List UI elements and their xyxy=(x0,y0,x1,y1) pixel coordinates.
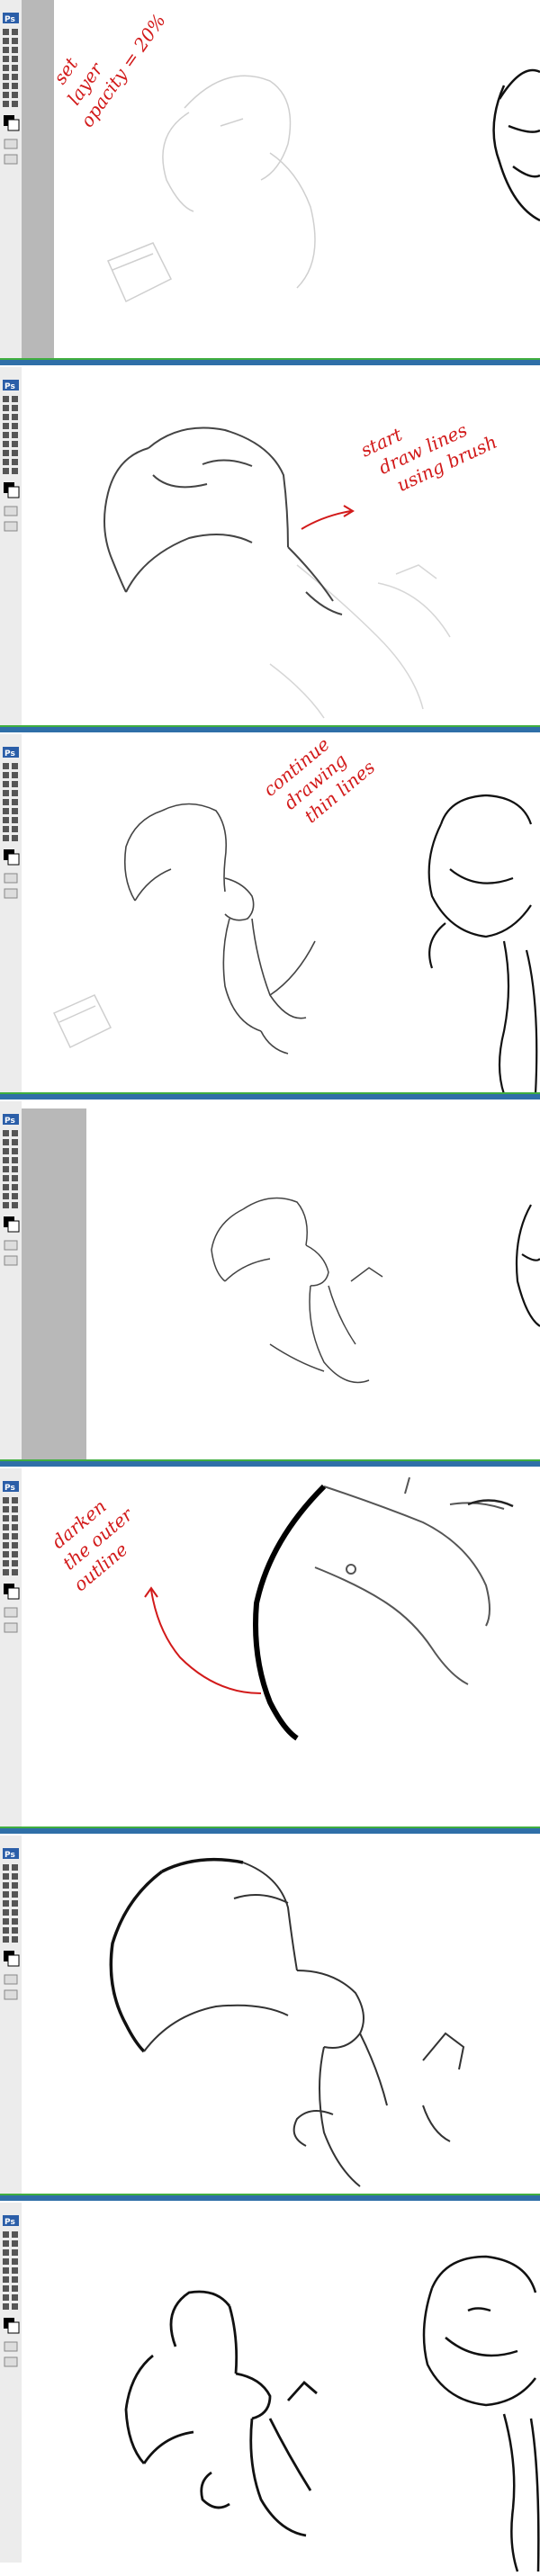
photoshop-logo-label: Ps xyxy=(4,382,15,391)
background-color-swatch[interactable] xyxy=(7,119,20,131)
quick-mask-button[interactable] xyxy=(4,2341,18,2352)
canvas-grey-area xyxy=(22,0,54,360)
tools-panel xyxy=(0,1468,22,1828)
screenshot-step-1: set layer opacity = 20% Ps xyxy=(0,0,540,367)
tutorial-step-3: continue drawing thin lines Ps xyxy=(0,734,540,1101)
taskbar-stripe xyxy=(0,725,540,727)
tools-panel xyxy=(0,0,22,360)
photoshop-logo-label: Ps xyxy=(4,2218,15,2227)
screen-mode-button[interactable] xyxy=(4,1255,18,1266)
screenshot-step-4: Ps xyxy=(0,1101,540,1468)
screen-mode-button[interactable] xyxy=(4,1622,18,1633)
screenshot-step-6: Ps xyxy=(0,1836,540,2203)
screen-mode-button[interactable] xyxy=(4,1989,18,2000)
background-color-swatch[interactable] xyxy=(7,1220,20,1233)
taskbar-stripe xyxy=(0,1827,540,1828)
photoshop-logo-label: Ps xyxy=(4,749,15,758)
tools-panel xyxy=(0,367,22,727)
screen-mode-button[interactable] xyxy=(4,154,18,165)
screenshot-step-7: Ps xyxy=(0,2203,540,2576)
photoshop-logo-label: Ps xyxy=(4,1484,15,1493)
background-color-swatch[interactable] xyxy=(7,2321,20,2334)
photoshop-logo-label: Ps xyxy=(4,1117,15,1126)
taskbar-stripe xyxy=(0,1092,540,1094)
canvas-grey-area xyxy=(22,1108,86,1459)
screenshot-step-3: continue drawing thin lines Ps xyxy=(0,734,540,1101)
taskbar-stripe xyxy=(0,2194,540,2195)
tutorial-step-6: Ps xyxy=(0,1836,540,2203)
background-color-swatch[interactable] xyxy=(7,853,20,866)
quick-mask-button[interactable] xyxy=(4,1974,18,1985)
photoshop-logo-label: Ps xyxy=(4,15,15,24)
document-canvas xyxy=(86,1108,540,1459)
quick-mask-button[interactable] xyxy=(4,1607,18,1618)
background-color-swatch[interactable] xyxy=(7,486,20,498)
quick-mask-button[interactable] xyxy=(4,1240,18,1251)
tutorial-step-4: Ps xyxy=(0,1101,540,1468)
tutorial-step-7: Ps xyxy=(0,2203,540,2576)
taskbar-stripe xyxy=(0,1459,540,1461)
tools-panel xyxy=(0,2203,22,2563)
taskbar-stripe xyxy=(0,358,540,360)
tutorial-step-1: set layer opacity = 20% Ps xyxy=(0,0,540,367)
screen-mode-button[interactable] xyxy=(4,521,18,532)
screenshot-step-5: darken the outer outline Ps xyxy=(0,1468,540,1836)
screen-mode-button[interactable] xyxy=(4,888,18,899)
tools-panel xyxy=(0,1836,22,2195)
quick-mask-button[interactable] xyxy=(4,873,18,884)
screenshot-step-2: start draw lines using brush Ps xyxy=(0,367,540,734)
photoshop-logo-label: Ps xyxy=(4,1851,15,1860)
background-color-swatch[interactable] xyxy=(7,1954,20,1967)
tools-panel xyxy=(0,1101,22,1461)
tutorial-step-5: darken the outer outline Ps xyxy=(0,1468,540,1836)
tools-panel xyxy=(0,734,22,1094)
background-color-swatch[interactable] xyxy=(7,1587,20,1600)
quick-mask-button[interactable] xyxy=(4,139,18,149)
screen-mode-button[interactable] xyxy=(4,2356,18,2367)
tutorial-step-2: start draw lines using brush Ps xyxy=(0,367,540,734)
quick-mask-button[interactable] xyxy=(4,506,18,516)
